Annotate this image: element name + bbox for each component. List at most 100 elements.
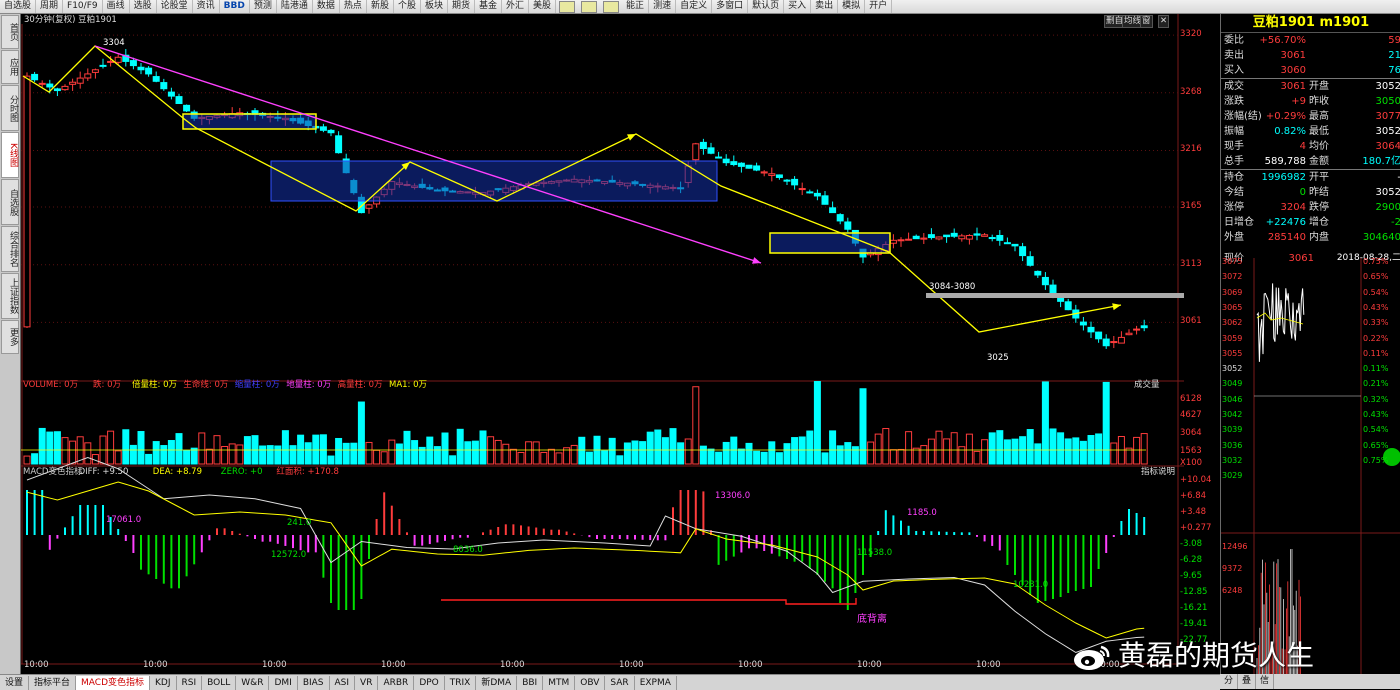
volume-bar — [1049, 428, 1057, 465]
indicator-tab[interactable]: OBV — [575, 675, 606, 690]
indicator-tab[interactable]: 新DMA — [476, 675, 518, 690]
volume-dropdown[interactable]: 成交量 — [1134, 380, 1160, 391]
mini-price-tick: 3049 — [1222, 379, 1243, 389]
time-axis-label: 10:00 — [976, 660, 1001, 670]
panel-tab[interactable]: 叠 — [1238, 674, 1257, 689]
volume-bar — [1140, 433, 1148, 465]
left-nav-item[interactable]: 首页 — [1, 15, 19, 49]
toolbar-item[interactable]: 论股堂 — [157, 0, 193, 13]
toolbar-item[interactable]: 买入 — [784, 0, 812, 13]
macd-help-button[interactable]: 指标说明 — [1141, 467, 1175, 478]
toolbar-tool-icon[interactable] — [559, 0, 576, 13]
indicator-tab[interactable]: BIAS — [298, 675, 330, 690]
toolbar-item[interactable]: 开户 — [865, 0, 893, 13]
toolbar-item[interactable]: BBD — [220, 0, 250, 13]
toolbar-tool-icon[interactable] — [581, 0, 598, 13]
indicator-tab[interactable]: ASI — [330, 675, 356, 690]
volume-bar — [874, 433, 882, 465]
toolbar-item[interactable]: 热点 — [340, 0, 367, 13]
toolbar-item[interactable]: 预测 — [250, 0, 277, 13]
left-nav-item[interactable]: 应用 — [1, 50, 19, 84]
chart-canvas[interactable] — [21, 14, 1184, 674]
quote-value: 3052 — [1375, 81, 1400, 92]
panel-tab[interactable]: 信 — [1256, 674, 1275, 689]
candle-body — [76, 77, 84, 84]
indicator-tab[interactable]: ARBR — [378, 675, 415, 690]
quote-label: 卖出 — [1224, 50, 1244, 61]
toolbar-item[interactable]: 默认页 — [748, 0, 785, 13]
indicator-tab[interactable]: KDJ — [150, 675, 177, 690]
toolbar-item[interactable]: 外汇 — [502, 0, 530, 13]
quote-label: 昨收 — [1309, 96, 1329, 107]
toolbar-item[interactable]: 期货 — [448, 0, 475, 13]
indicator-tab[interactable]: VR — [355, 675, 379, 690]
volume-bar — [927, 438, 935, 465]
toolbar-item[interactable]: 自选股 — [0, 0, 37, 13]
toolbar-item[interactable]: 基金 — [475, 0, 503, 13]
indicator-tab[interactable]: TRIX — [445, 675, 477, 690]
left-nav-item[interactable]: 更多 — [1, 320, 19, 354]
volume-bar — [745, 442, 753, 465]
indicator-tab[interactable]: SAR — [605, 675, 635, 690]
candle-body — [1117, 336, 1125, 344]
candle-body — [950, 232, 958, 237]
toolbar-item[interactable]: 板块 — [421, 0, 448, 13]
panel-tab[interactable]: 分 — [1220, 674, 1239, 689]
indicator-tab[interactable]: BOLL — [202, 675, 237, 690]
toolbar-item[interactable]: 自定义 — [676, 0, 713, 13]
indicator-tab[interactable]: 设置 — [0, 675, 30, 690]
indicator-tab[interactable]: W&R — [236, 675, 270, 690]
indicator-tab[interactable]: RSI — [177, 675, 203, 690]
indicator-tab[interactable]: MTM — [543, 675, 576, 690]
mini-percent-tick: 0.54% — [1363, 287, 1389, 297]
volume-bar — [639, 441, 647, 465]
volume-bar — [965, 433, 973, 465]
indicator-tab[interactable]: BBI — [517, 675, 544, 690]
kline-chart-area[interactable]: 30分钟(复权) 豆粕1901 删自选 均线窗 ✕ 3320 3268 3216 3165 31… — [21, 14, 1211, 674]
toolbar-item[interactable]: 个股 — [394, 0, 421, 13]
toolbar-item[interactable]: F10/F9 — [63, 0, 103, 13]
toolbar-item[interactable]: 多窗口 — [712, 0, 749, 13]
time-axis-label: 10:00 — [857, 660, 882, 670]
volume-bar — [509, 448, 517, 465]
volume-bar — [297, 434, 305, 465]
intraday-mini-chart[interactable]: 3075 3072 3069 3065 3062 3059 3055 3052 3049 3046… — [1221, 257, 1400, 678]
candle-body — [160, 82, 168, 90]
left-nav-item[interactable]: 自选股 — [1, 179, 19, 225]
volume-bar — [380, 451, 388, 465]
toolbar-item[interactable]: 模拟 — [838, 0, 866, 13]
candle-body — [38, 82, 46, 85]
toolbar-item[interactable]: 卖出 — [811, 0, 839, 13]
candle-body — [46, 83, 54, 88]
candle-body — [1003, 242, 1011, 245]
left-nav-item[interactable]: 综合排名 — [1, 226, 19, 272]
left-nav-item[interactable]: 分时图 — [1, 85, 19, 131]
toolbar-item[interactable]: 测速 — [649, 0, 677, 13]
toolbar-item[interactable]: 周期 — [36, 0, 64, 13]
indicator-tab[interactable]: EXPMA — [635, 675, 677, 690]
indicator-tab[interactable]: 指标平台 — [29, 675, 77, 690]
chart-header-button[interactable]: ✕ — [1158, 15, 1170, 28]
toolbar-item[interactable]: 能正 — [622, 0, 650, 13]
indicator-tab[interactable]: MACD变色指标 — [76, 675, 151, 690]
chart-header-button[interactable]: 窗 — [1140, 15, 1153, 28]
toolbar-item[interactable]: 选股 — [130, 0, 157, 13]
left-nav-item[interactable]: 上证指数 — [1, 273, 19, 319]
quote-label — [1306, 48, 1341, 63]
left-nav-item[interactable]: K线图 — [1, 132, 19, 178]
toolbar-tool-icon[interactable] — [603, 0, 620, 13]
toolbar-item[interactable]: 画线 — [103, 0, 130, 13]
toolbar-item[interactable]: 美股 — [529, 0, 557, 13]
candle-body — [715, 156, 723, 159]
indicator-tab[interactable]: DMI — [269, 675, 298, 690]
toolbar-item[interactable]: 数据 — [313, 0, 340, 13]
toolbar-item[interactable]: 新股 — [367, 0, 394, 13]
toolbar-item[interactable]: 陆港通 — [277, 0, 313, 13]
volume-bar — [403, 430, 411, 465]
indicator-tab[interactable]: DPO — [414, 675, 445, 690]
volume-header-item: 地量柱: 0万 — [286, 380, 332, 390]
quote-value: 3060 — [1280, 65, 1306, 76]
time-axis-label: 10:00 — [738, 660, 763, 670]
toolbar-item[interactable]: 资讯 — [193, 0, 220, 13]
volume-bar — [236, 444, 244, 465]
